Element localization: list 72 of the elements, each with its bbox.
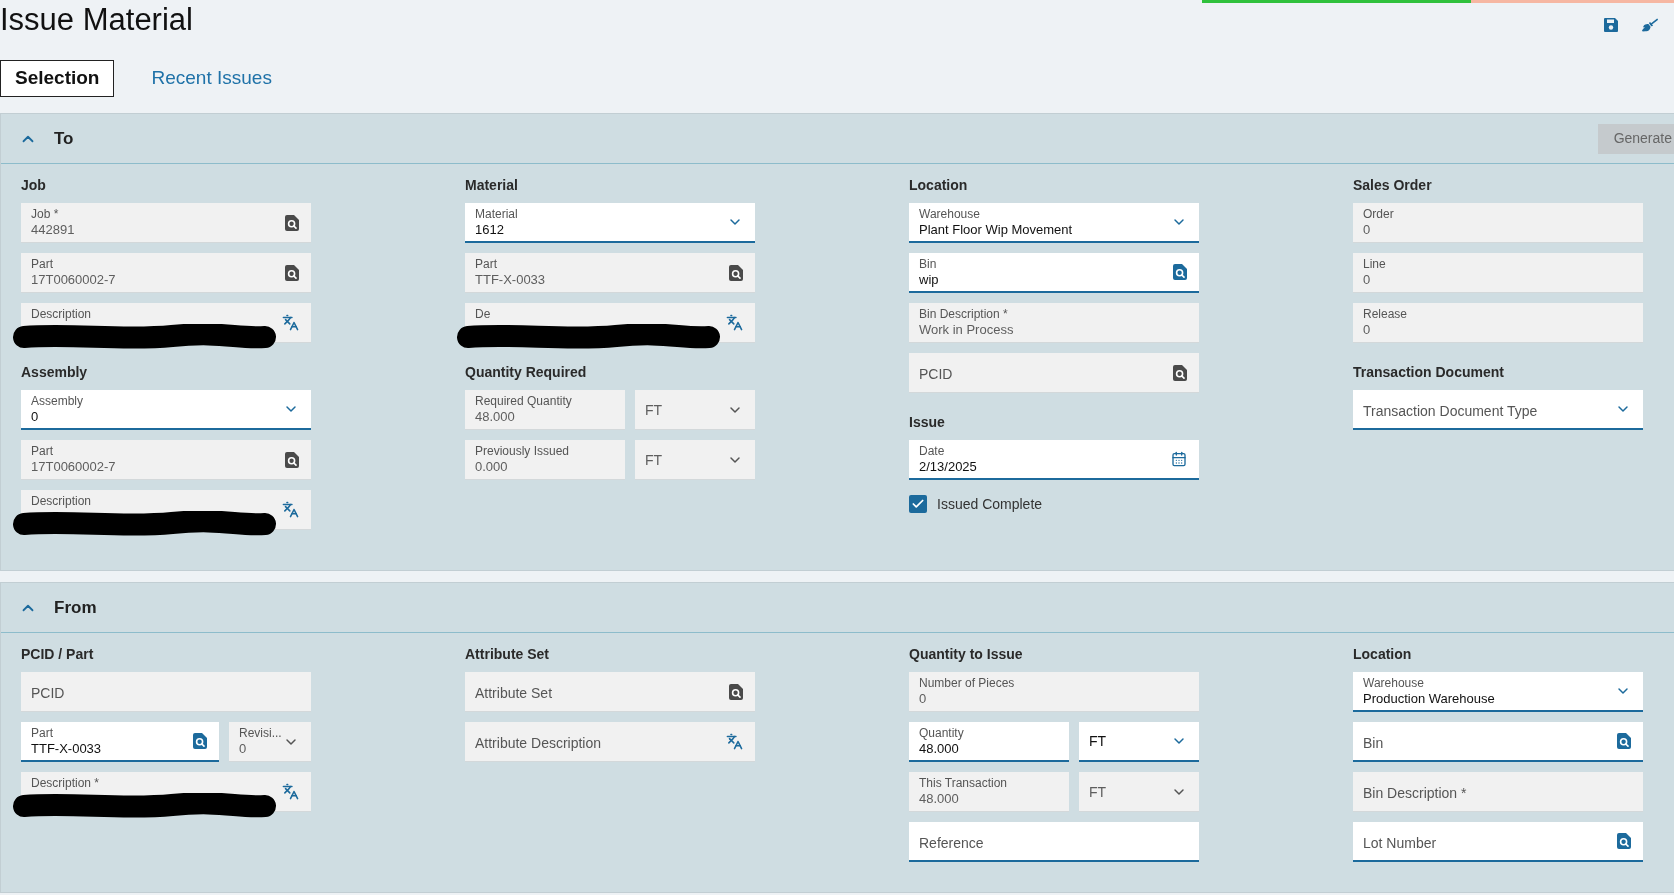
dropdown-field[interactable]: Warehouse Production Warehouse bbox=[1353, 672, 1643, 712]
dropdown-field[interactable]: Transaction Document Type bbox=[1353, 390, 1643, 430]
lookup-field[interactable]: Attribute Set bbox=[465, 672, 755, 712]
section-title: From bbox=[54, 596, 97, 619]
group-heading: Transaction Document bbox=[1353, 363, 1505, 381]
search-document-icon[interactable] bbox=[1617, 733, 1631, 749]
text-field[interactable]: Required Quantity 48.000 bbox=[465, 390, 625, 430]
text-field[interactable]: Reference bbox=[909, 822, 1199, 862]
lookup-field[interactable]: PCID bbox=[909, 353, 1199, 393]
group-heading: Quantity Required bbox=[465, 363, 588, 381]
search-document-icon[interactable] bbox=[729, 683, 743, 700]
save-icon[interactable] bbox=[1603, 17, 1619, 33]
text-field[interactable]: Attribute Description bbox=[465, 722, 755, 762]
text-field[interactable]: Previously Issued 0.000 bbox=[465, 440, 625, 480]
search-document-icon[interactable] bbox=[1617, 833, 1631, 849]
group-heading: Issue bbox=[909, 413, 946, 431]
group-heading: Location bbox=[909, 176, 969, 194]
translate-icon[interactable] bbox=[726, 314, 743, 331]
dropdown-field[interactable]: Warehouse Plant Floor Wip Movement bbox=[909, 203, 1199, 243]
date-field[interactable]: Date 2/13/2025 bbox=[909, 440, 1199, 480]
text-field[interactable]: Quantity 48.000 bbox=[909, 722, 1069, 762]
calendar-icon[interactable] bbox=[1171, 451, 1187, 467]
group-heading: Assembly bbox=[21, 363, 89, 381]
lookup-field[interactable]: Part 17T0060002-7 bbox=[21, 253, 311, 293]
search-document-icon[interactable] bbox=[1173, 364, 1187, 381]
group-heading: Sales Order bbox=[1353, 176, 1433, 194]
search-document-icon[interactable] bbox=[285, 264, 299, 281]
lookup-field[interactable]: Part TTF-X-0033 bbox=[465, 253, 755, 293]
group-heading: Material bbox=[465, 176, 519, 194]
text-field[interactable]: PCID bbox=[21, 672, 311, 712]
lookup-field[interactable]: Bin bbox=[1353, 722, 1643, 762]
lookup-field[interactable]: Lot Number bbox=[1353, 822, 1643, 862]
page-title: Issue Material bbox=[0, 1, 193, 39]
translate-icon[interactable] bbox=[282, 501, 299, 518]
translate-icon[interactable] bbox=[282, 314, 299, 331]
lookup-field[interactable]: Part 17T0060002-7 bbox=[21, 440, 311, 480]
dropdown-field[interactable]: FT bbox=[1079, 722, 1199, 762]
search-document-icon[interactable] bbox=[729, 264, 743, 281]
checkbox[interactable] bbox=[909, 495, 927, 513]
text-field[interactable]: Bin Description * bbox=[1353, 772, 1643, 812]
check-icon bbox=[911, 497, 925, 511]
dropdown-field[interactable]: FT bbox=[635, 390, 755, 430]
group-heading: PCID / Part bbox=[21, 645, 95, 663]
lookup-field[interactable]: Job * 442891 bbox=[21, 203, 311, 243]
checkbox-label: Issued Complete bbox=[937, 494, 1043, 514]
search-document-icon[interactable] bbox=[285, 214, 299, 231]
dropdown-field[interactable]: FT bbox=[1079, 772, 1199, 812]
group-heading: Location bbox=[1353, 645, 1413, 663]
group-heading: Attribute Set bbox=[465, 645, 550, 663]
text-field[interactable]: Number of Pieces 0 bbox=[909, 672, 1199, 712]
dropdown-field[interactable]: Assembly 0 bbox=[21, 390, 311, 430]
group-heading: Job bbox=[21, 176, 47, 194]
tab[interactable]: Selection bbox=[0, 60, 115, 97]
section-title: To bbox=[54, 127, 74, 150]
dropdown-field[interactable]: Revisi... 0 bbox=[229, 722, 311, 762]
translate-icon[interactable] bbox=[282, 783, 299, 800]
broom-icon[interactable] bbox=[1642, 17, 1658, 33]
text-field[interactable]: This Transaction 48.000 bbox=[909, 772, 1069, 812]
text-field[interactable]: Bin Description * Work in Process bbox=[909, 303, 1199, 343]
lookup-field[interactable]: Bin wip bbox=[909, 253, 1199, 293]
search-document-icon[interactable] bbox=[285, 451, 299, 468]
group-heading: Quantity to Issue bbox=[909, 645, 1024, 663]
dropdown-field[interactable]: FT bbox=[635, 440, 755, 480]
search-document-icon[interactable] bbox=[1173, 264, 1187, 280]
text-field[interactable]: Line 0 bbox=[1353, 253, 1643, 293]
lookup-field[interactable]: Part TTF-X-0033 bbox=[21, 722, 219, 762]
translate-icon[interactable] bbox=[726, 733, 743, 750]
search-document-icon[interactable] bbox=[193, 733, 207, 749]
tab[interactable]: Recent Issues bbox=[136, 60, 287, 97]
dropdown-field[interactable]: Material 1612 bbox=[465, 203, 755, 243]
text-field[interactable]: Release 0 bbox=[1353, 303, 1643, 343]
text-field[interactable]: Order 0 bbox=[1353, 203, 1643, 243]
